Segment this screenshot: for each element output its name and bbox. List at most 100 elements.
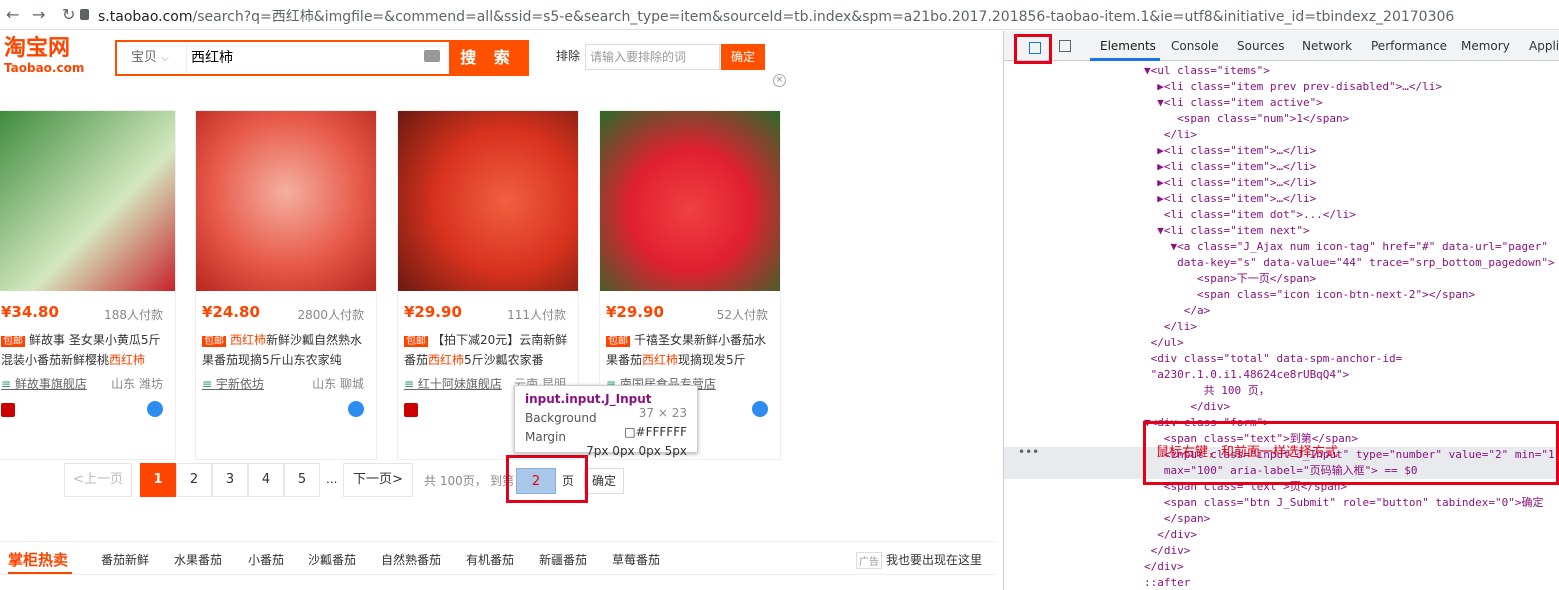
- dom-node-line[interactable]: </div>: [1004, 527, 1559, 543]
- hot-item[interactable]: 草莓番茄: [612, 551, 660, 568]
- dom-node-line[interactable]: ▶<li class="item prev prev-disabled">…</…: [1004, 79, 1559, 95]
- dom-node-line[interactable]: ▼<li class="item active">: [1004, 95, 1559, 111]
- shop-link[interactable]: 宇新依坊: [202, 375, 264, 392]
- dom-node-line[interactable]: <span class="btn J_Submit" role="button"…: [1004, 495, 1559, 511]
- forward-icon[interactable]: →: [32, 5, 45, 24]
- devtools-tabbar: Elements Console Sources Network Perform…: [1004, 31, 1559, 61]
- hot-item[interactable]: 小番茄: [248, 551, 284, 568]
- free-shipping-tag: 包邮: [1, 336, 25, 347]
- taobao-logo[interactable]: 淘宝网 Taobao.com: [4, 37, 84, 76]
- page-confirm-button[interactable]: 确定: [584, 468, 624, 494]
- dom-node-line[interactable]: <div class="total" data-spm-anchor-id=: [1004, 351, 1559, 367]
- inspect-element-button[interactable]: [1014, 34, 1052, 64]
- tab-elements[interactable]: Elements: [1100, 39, 1156, 53]
- tab-network[interactable]: Network: [1302, 39, 1352, 53]
- product-image[interactable]: [600, 111, 780, 291]
- dom-node-line[interactable]: </li>: [1004, 127, 1559, 143]
- tab-application[interactable]: Applic: [1529, 39, 1559, 53]
- tooltip-selector: input.input.J_Input: [525, 392, 652, 406]
- tab-sources[interactable]: Sources: [1237, 39, 1284, 53]
- dom-node-line[interactable]: </div>: [1004, 559, 1559, 575]
- hot-item[interactable]: 自然熟番茄: [381, 551, 441, 568]
- dom-node-line[interactable]: data-key="s" data-value="44" trace="srp_…: [1004, 255, 1559, 271]
- tooltip-margin-value: 7px 0px 0px 5px: [586, 444, 687, 458]
- search-button[interactable]: 搜 索: [449, 42, 527, 74]
- dom-node-line[interactable]: "a230r.1.0.i1.48624ce8rUBqQ4">: [1004, 367, 1559, 383]
- page-5-button[interactable]: 5: [284, 463, 320, 497]
- dom-node-line[interactable]: 共 100 页，: [1004, 383, 1559, 399]
- product-sales: 52人付款: [716, 308, 768, 322]
- dom-node-line[interactable]: <li class="item dot">...</li>: [1004, 207, 1559, 223]
- hot-item[interactable]: 水果番茄: [174, 551, 222, 568]
- url-path: /search?q=西红柿&imgfile=&commend=all&ssid=…: [192, 9, 1455, 25]
- page-3-button[interactable]: 3: [212, 463, 248, 497]
- dom-node-line[interactable]: ::after: [1004, 575, 1559, 590]
- dom-node-line[interactable]: ▼<a class="J_Ajax num icon-tag" href="#"…: [1004, 239, 1559, 255]
- dom-node-line[interactable]: <span class="num">1</span>: [1004, 111, 1559, 127]
- ad-link[interactable]: 我也要出现在这里: [886, 551, 982, 568]
- next-page-button[interactable]: 下一页>: [343, 463, 413, 497]
- title-highlight: 西红柿: [109, 353, 146, 367]
- dom-node-line[interactable]: </div>: [1004, 543, 1559, 559]
- dom-node-line[interactable]: ▼<li class="item next">: [1004, 223, 1559, 239]
- shop-link[interactable]: 鲜故事旗舰店: [1, 375, 87, 392]
- hot-sale-title[interactable]: 掌柜热卖: [8, 549, 68, 570]
- shop-link[interactable]: 红十阿妹旗舰店: [404, 375, 502, 392]
- dom-node-line[interactable]: </ul>: [1004, 335, 1559, 351]
- product-card[interactable]: ¥24.80 2800人付款 包邮 西红柿新鲜沙瓤自然熟水果番茄现摘5斤山东农家纯…: [195, 110, 377, 460]
- wangwang-icon[interactable]: [348, 401, 364, 417]
- camera-icon[interactable]: [424, 50, 440, 62]
- exclude-confirm-button[interactable]: 确定: [721, 44, 765, 70]
- product-title[interactable]: 包邮 【拍下减20元】云南新鲜番茄西红柿5斤沙瓤农家番: [404, 331, 574, 367]
- devtools-panel: Elements Console Sources Network Perform…: [1003, 31, 1559, 590]
- exclude-input[interactable]: 请输入要排除的词: [585, 44, 720, 70]
- dom-node-line[interactable]: ▶<li class="item">…</li>: [1004, 159, 1559, 175]
- dom-node-line[interactable]: ▶<li class="item">…</li>: [1004, 191, 1559, 207]
- category-select[interactable]: 宝贝 ⌵: [117, 42, 187, 74]
- hot-item[interactable]: 有机番茄: [466, 551, 514, 568]
- dom-node-line[interactable]: ▼<ul class="items">: [1004, 63, 1559, 79]
- product-title[interactable]: 包邮 西红柿新鲜沙瓤自然熟水果番茄现摘5斤山东农家纯: [202, 331, 372, 367]
- dom-node-line[interactable]: </div>: [1004, 399, 1559, 415]
- address-bar[interactable]: s.taobao.com/search?q=西红柿&imgfile=&comme…: [98, 6, 1454, 26]
- product-image[interactable]: [196, 111, 376, 291]
- page-1-button[interactable]: 1: [140, 463, 176, 497]
- product-sales: 2800人付款: [297, 308, 364, 322]
- dom-node-line[interactable]: </a>: [1004, 303, 1559, 319]
- tab-console[interactable]: Console: [1171, 39, 1219, 53]
- back-icon[interactable]: ←: [6, 5, 19, 24]
- dom-node-line[interactable]: ▶<li class="item">…</li>: [1004, 175, 1559, 191]
- wangwang-icon[interactable]: [147, 401, 163, 417]
- page-4-button[interactable]: 4: [248, 463, 284, 497]
- more-icon[interactable]: •••: [1018, 445, 1039, 459]
- wangwang-icon[interactable]: [752, 401, 768, 417]
- title-text-2: 现摘现发5斤: [678, 353, 746, 367]
- dom-node-line[interactable]: </span>: [1004, 511, 1559, 527]
- reload-icon[interactable]: ↻: [62, 5, 75, 24]
- dom-node-line[interactable]: <span class="icon icon-btn-next-2"></spa…: [1004, 287, 1559, 303]
- prev-page-button[interactable]: <上一页: [64, 463, 132, 497]
- browser-toolbar: ← → ↻ s.taobao.com/search?q=西红柿&imgfile=…: [0, 0, 1559, 30]
- tab-memory[interactable]: Memory: [1461, 39, 1510, 53]
- category-label: 宝贝: [131, 50, 158, 65]
- free-shipping-tag: 包邮: [202, 336, 226, 347]
- product-image[interactable]: [398, 111, 578, 291]
- page-2-button[interactable]: 2: [176, 463, 212, 497]
- tab-performance[interactable]: Performance: [1371, 39, 1447, 53]
- product-image[interactable]: [0, 111, 175, 291]
- lock-icon[interactable]: [80, 9, 89, 20]
- hot-item[interactable]: 新疆番茄: [539, 551, 587, 568]
- hot-item[interactable]: 番茄新鲜: [101, 551, 149, 568]
- product-title[interactable]: 包邮 千禧圣女果新鲜小番茄水果番茄西红柿现摘现发5斤: [606, 331, 776, 367]
- product-title[interactable]: 包邮 鲜故事 圣女果小黄瓜5斤混装小番茄新鲜樱桃西红柿: [1, 331, 171, 367]
- tooltip-bg-label: Background: [525, 411, 597, 425]
- device-toggle-icon[interactable]: [1059, 40, 1071, 52]
- hot-item[interactable]: 沙瓤番茄: [308, 551, 356, 568]
- title-highlight: 西红柿: [428, 353, 465, 367]
- search-input[interactable]: 西红柿: [191, 42, 233, 74]
- close-icon[interactable]: ×: [773, 74, 786, 87]
- dom-node-line[interactable]: </li>: [1004, 319, 1559, 335]
- product-card[interactable]: ¥34.80 188人付款 包邮 鲜故事 圣女果小黄瓜5斤混装小番茄新鲜樱桃西红柿…: [0, 110, 176, 460]
- dom-node-line[interactable]: ▶<li class="item">…</li>: [1004, 143, 1559, 159]
- dom-node-line[interactable]: <span>下一页</span>: [1004, 271, 1559, 287]
